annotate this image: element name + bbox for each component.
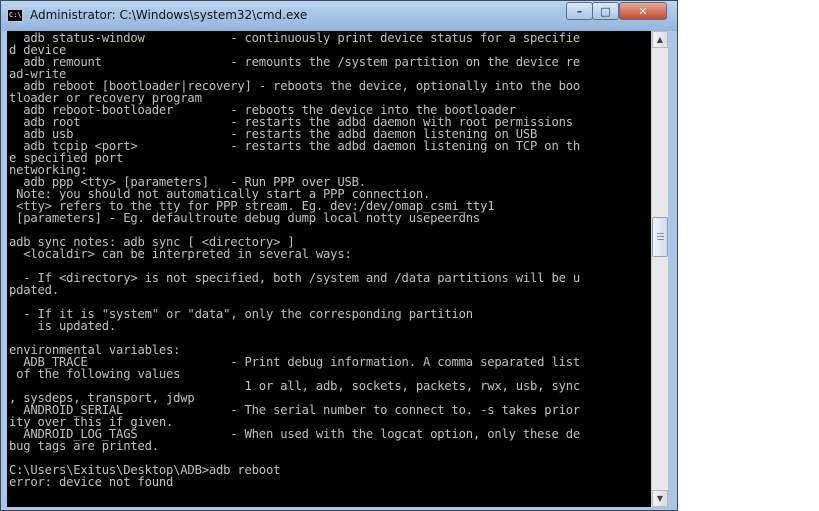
vertical-scrollbar[interactable]: ▲ ▼ [651, 31, 668, 507]
scroll-thumb[interactable] [652, 217, 668, 257]
maximize-button[interactable]: □ [592, 2, 619, 20]
console-text: adb status-window - continuously print d… [9, 31, 580, 489]
minimize-button[interactable]: – [566, 2, 593, 20]
cmd-app-icon[interactable]: C:\ [7, 9, 23, 22]
thumb-grip-line [657, 239, 664, 240]
thumb-grip-line [657, 236, 664, 237]
close-button[interactable]: ✕ [619, 2, 667, 20]
scroll-down-button[interactable]: ▼ [652, 490, 668, 507]
window-title: Administrator: C:\Windows\system32\cmd.e… [30, 8, 308, 22]
title-bar[interactable]: C:\ Administrator: C:\Windows\system32\c… [1, 1, 677, 31]
console-output[interactable]: adb status-window - continuously print d… [7, 31, 651, 507]
thumb-grip-line [657, 233, 664, 234]
scroll-up-button[interactable]: ▲ [652, 31, 668, 48]
cmd-window: C:\ Administrator: C:\Windows\system32\c… [0, 0, 678, 511]
